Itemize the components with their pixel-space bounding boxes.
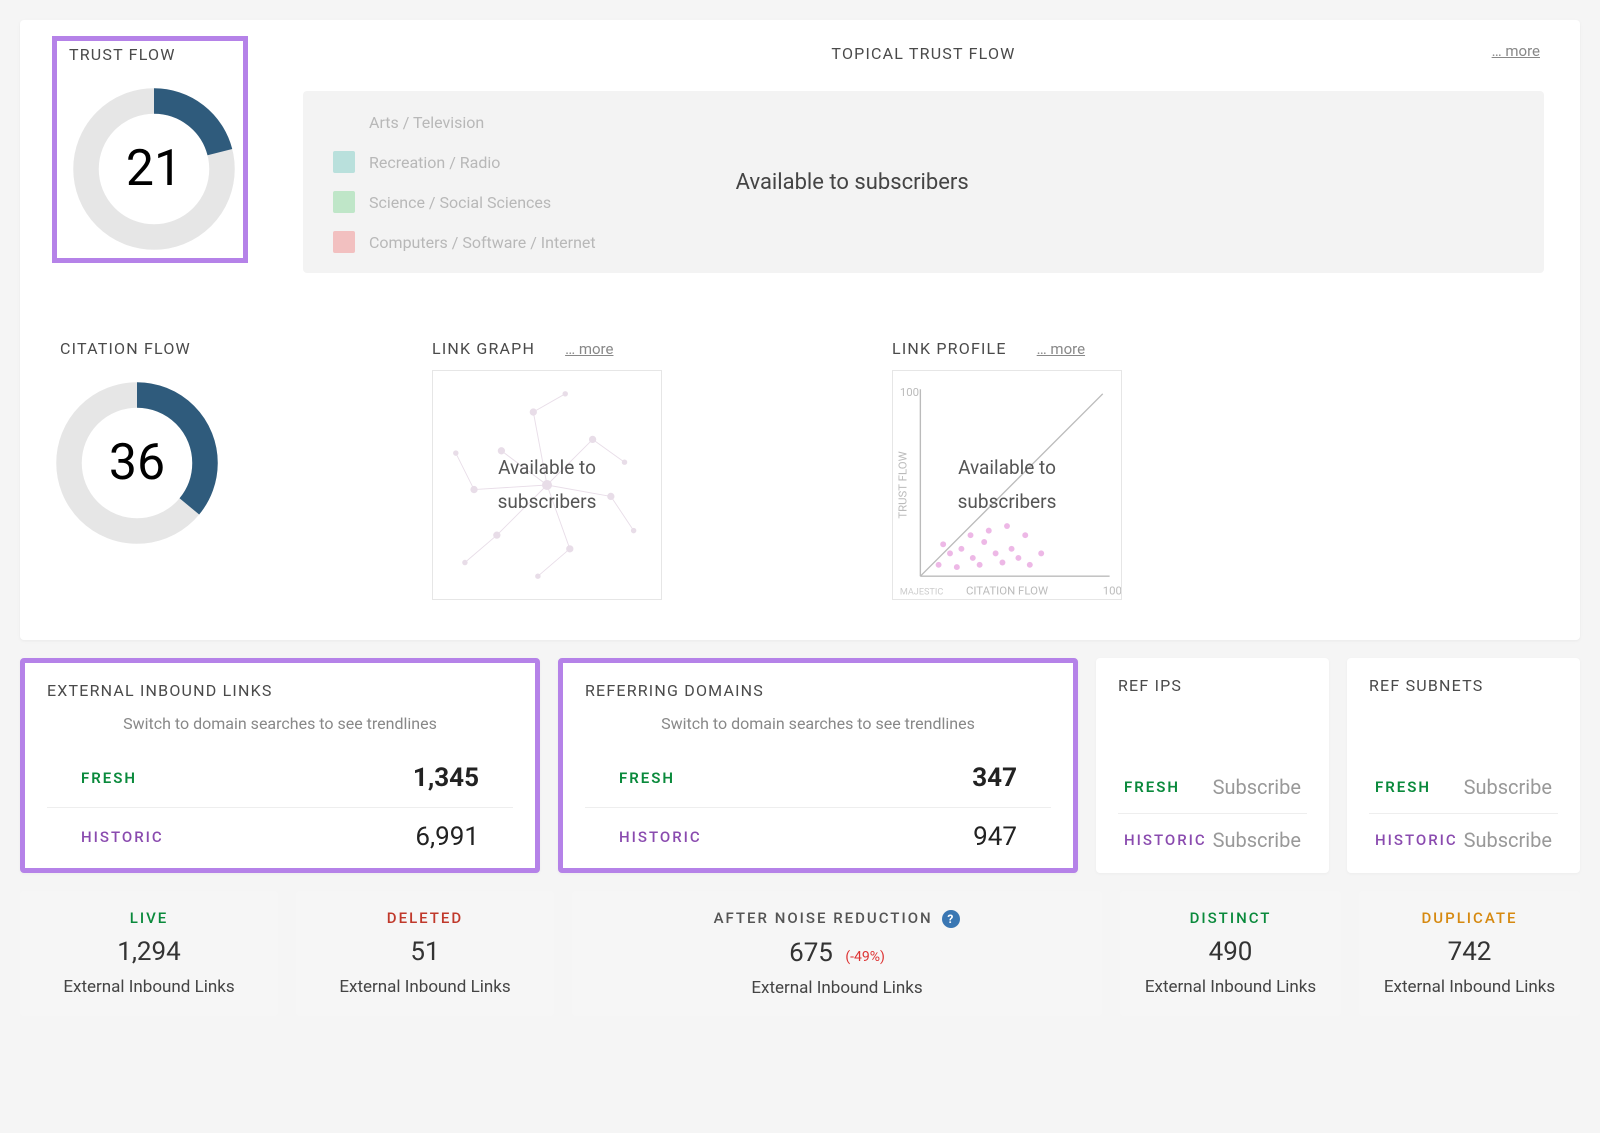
trust-flow-value: 21 bbox=[69, 84, 239, 254]
link-profile-title: LINK PROFILE bbox=[892, 339, 1007, 358]
topic-item: Recreation / Radio bbox=[333, 151, 596, 173]
link-graph-overlay-2: subscribers bbox=[498, 490, 597, 513]
distinct-label: DISTINCT bbox=[1128, 909, 1333, 927]
link-profile-panel: LINK PROFILE … more bbox=[892, 339, 1122, 600]
fresh-label: FRESH bbox=[619, 769, 675, 787]
deleted-value: 51 bbox=[304, 937, 546, 967]
ref-subnets-fresh-subscribe[interactable]: Subscribe bbox=[1464, 775, 1552, 799]
link-graph-overlay-1: Available to bbox=[498, 456, 596, 479]
noise-sub: External Inbound Links bbox=[580, 978, 1094, 998]
ref-ips-historic-subscribe[interactable]: Subscribe bbox=[1213, 828, 1301, 852]
historic-label: HISTORIC bbox=[1124, 831, 1207, 849]
stat-tiles-row: LIVE 1,294 External Inbound Links DELETE… bbox=[20, 891, 1580, 1016]
duplicate-value: 742 bbox=[1367, 937, 1572, 967]
noise-value: 675 bbox=[789, 938, 833, 968]
lp-ylabel: TRUST FLOW bbox=[896, 451, 910, 518]
fresh-label: FRESH bbox=[1124, 778, 1180, 796]
deleted-sub: External Inbound Links bbox=[304, 977, 546, 997]
topic-item: Arts / Television bbox=[333, 111, 596, 133]
ref-subnets-card: REF SUBNETS FRESH Subscribe HISTORIC Sub… bbox=[1347, 658, 1580, 873]
live-tile: LIVE 1,294 External Inbound Links bbox=[20, 891, 278, 1016]
deleted-label: DELETED bbox=[304, 909, 546, 927]
topical-content: Arts / Television Recreation / Radio Sci… bbox=[303, 91, 1544, 273]
topical-more-link[interactable]: … more bbox=[1492, 42, 1540, 60]
link-graph-thumb[interactable]: Available to subscribers bbox=[432, 370, 662, 600]
ref-ips-fresh-subscribe[interactable]: Subscribe bbox=[1213, 775, 1301, 799]
lp-xmax: 100 bbox=[1103, 583, 1121, 597]
noise-pct: (-49%) bbox=[845, 949, 885, 965]
historic-label: HISTORIC bbox=[81, 828, 164, 846]
topic-item: Science / Social Sciences bbox=[333, 191, 596, 213]
link-profile-thumb[interactable]: CITATION FLOW TRUST FLOW 100 100 MAJESTI… bbox=[892, 370, 1122, 600]
noise-label-text: AFTER NOISE REDUCTION bbox=[714, 909, 933, 927]
external-inbound-fresh-value: 1,345 bbox=[413, 763, 479, 793]
fresh-label: FRESH bbox=[1375, 778, 1431, 796]
topic-item: Computers / Software / Internet bbox=[333, 231, 596, 253]
citation-flow-panel: CITATION FLOW 36 bbox=[52, 339, 222, 600]
topic-label: Arts / Television bbox=[369, 113, 484, 132]
topical-title: TOPICAL TRUST FLOW bbox=[831, 44, 1015, 63]
ref-subnets-historic-subscribe[interactable]: Subscribe bbox=[1464, 828, 1552, 852]
historic-label: HISTORIC bbox=[1375, 831, 1458, 849]
link-graph-title: LINK GRAPH bbox=[432, 339, 535, 358]
noise-value-wrap: 675 (-49%) bbox=[580, 938, 1094, 968]
help-icon[interactable]: ? bbox=[942, 910, 960, 928]
external-inbound-links-card: EXTERNAL INBOUND LINKS Switch to domain … bbox=[20, 658, 540, 873]
topical-trust-flow-panel: TOPICAL TRUST FLOW … more Arts / Televis… bbox=[303, 36, 1544, 273]
deleted-tile: DELETED 51 External Inbound Links bbox=[296, 891, 554, 1016]
swatch-icon bbox=[333, 231, 355, 253]
topical-legend: Arts / Television Recreation / Radio Sci… bbox=[333, 111, 596, 253]
lp-ymax: 100 bbox=[900, 385, 919, 399]
duplicate-sub: External Inbound Links bbox=[1367, 977, 1572, 997]
duplicate-label: DUPLICATE bbox=[1367, 909, 1572, 927]
noise-reduction-tile: AFTER NOISE REDUCTION ? 675 (-49%) Exter… bbox=[572, 891, 1102, 1016]
link-graph-panel: LINK GRAPH … more bbox=[432, 339, 662, 600]
ref-ips-card: REF IPS FRESH Subscribe HISTORIC Subscri… bbox=[1096, 658, 1329, 873]
external-inbound-title: EXTERNAL INBOUND LINKS bbox=[47, 681, 513, 700]
historic-label: HISTORIC bbox=[619, 828, 702, 846]
citation-flow-title: CITATION FLOW bbox=[52, 339, 222, 358]
metrics-row: EXTERNAL INBOUND LINKS Switch to domain … bbox=[20, 658, 1580, 873]
noise-label: AFTER NOISE REDUCTION ? bbox=[580, 909, 1094, 928]
lp-watermark: MAJESTIC bbox=[900, 587, 944, 597]
topic-label: Recreation / Radio bbox=[369, 153, 500, 172]
lp-xlabel: CITATION FLOW bbox=[966, 583, 1048, 597]
trust-flow-title: TRUST FLOW bbox=[69, 45, 239, 64]
distinct-sub: External Inbound Links bbox=[1128, 977, 1333, 997]
distinct-value: 490 bbox=[1128, 937, 1333, 967]
distinct-tile: DISTINCT 490 External Inbound Links bbox=[1120, 891, 1341, 1016]
referring-domains-card: REFERRING DOMAINS Switch to domain searc… bbox=[558, 658, 1078, 873]
link-profile-overlay-2: subscribers bbox=[958, 490, 1057, 513]
fresh-label: FRESH bbox=[81, 769, 137, 787]
ref-subnets-title: REF SUBNETS bbox=[1369, 676, 1558, 695]
swatch-icon bbox=[333, 191, 355, 213]
citation-flow-donut: 36 bbox=[52, 378, 222, 548]
link-graph-more-link[interactable]: … more bbox=[565, 340, 613, 358]
swatch-icon bbox=[333, 111, 355, 133]
link-profile-overlay-1: Available to bbox=[958, 456, 1056, 479]
citation-flow-value: 36 bbox=[52, 378, 222, 548]
referring-domains-historic-value: 947 bbox=[973, 822, 1017, 852]
topic-label: Science / Social Sciences bbox=[369, 193, 551, 212]
link-profile-more-link[interactable]: … more bbox=[1037, 340, 1085, 358]
external-inbound-hint: Switch to domain searches to see trendli… bbox=[47, 714, 513, 733]
swatch-icon bbox=[333, 151, 355, 173]
referring-domains-fresh-value: 347 bbox=[972, 763, 1017, 793]
duplicate-tile: DUPLICATE 742 External Inbound Links bbox=[1359, 891, 1580, 1016]
live-value: 1,294 bbox=[28, 937, 270, 967]
live-sub: External Inbound Links bbox=[28, 977, 270, 997]
topical-subscribe-overlay: Available to subscribers bbox=[676, 170, 1514, 195]
external-inbound-historic-value: 6,991 bbox=[415, 822, 479, 852]
flow-card: TRUST FLOW 21 TOPICAL TRUST FLOW … more bbox=[20, 20, 1580, 640]
ref-ips-title: REF IPS bbox=[1118, 676, 1307, 695]
trust-flow-panel: TRUST FLOW 21 bbox=[52, 36, 248, 263]
referring-domains-title: REFERRING DOMAINS bbox=[585, 681, 1051, 700]
referring-domains-hint: Switch to domain searches to see trendli… bbox=[585, 714, 1051, 733]
trust-flow-donut: 21 bbox=[69, 84, 239, 254]
topic-label: Computers / Software / Internet bbox=[369, 233, 596, 252]
live-label: LIVE bbox=[28, 909, 270, 927]
